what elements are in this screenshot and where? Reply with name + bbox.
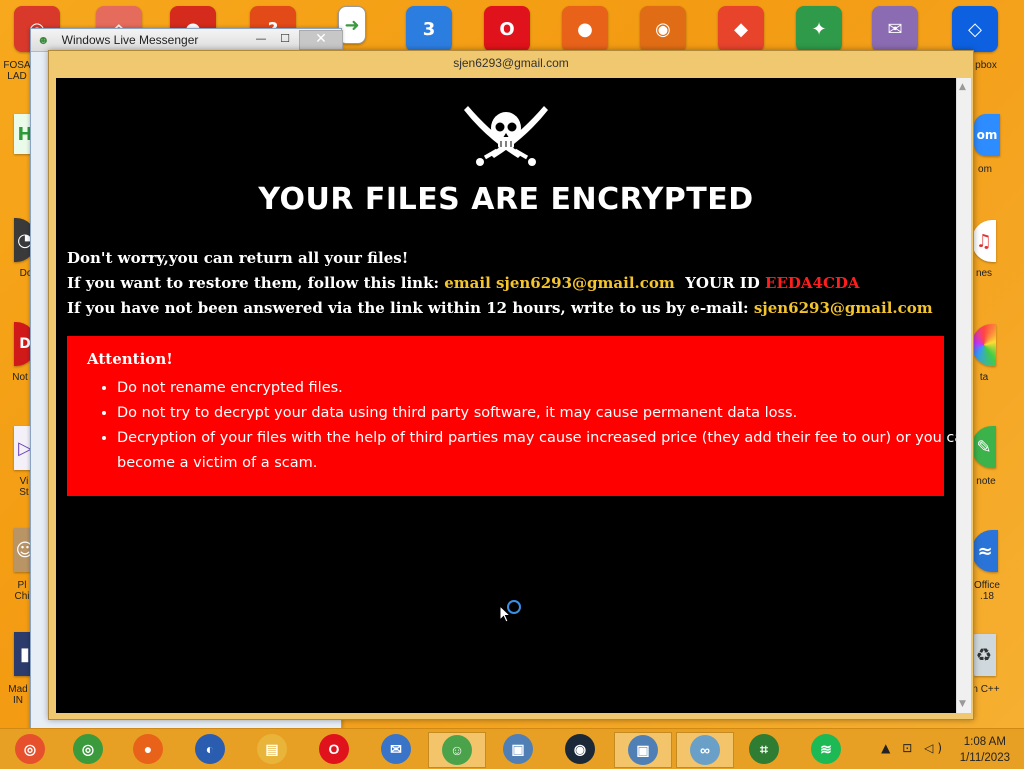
skull-crossed-swords-icon: [464, 106, 548, 166]
system-tray[interactable]: ▲ ⊡ ◁): [881, 741, 946, 755]
remote-desktop-icon: ▣: [503, 734, 533, 764]
messenger-maximize-button[interactable]: ☐: [273, 31, 297, 47]
ransom-line-2-prefix: If you want to restore them, follow this…: [67, 274, 439, 292]
firefox-icon[interactable]: ●: [562, 6, 608, 52]
anydesk-icon[interactable]: ◆: [718, 6, 764, 52]
evernote-icon[interactable]: ✎: [972, 426, 996, 468]
ransom-window-title: sjen6293@gmail.com: [453, 56, 569, 70]
itunes-icon[interactable]: ♫: [972, 220, 996, 262]
messenger-icon: ☺: [442, 735, 472, 765]
ransom-line-1: Don't worry,you can return all your file…: [67, 249, 409, 267]
chrome-icon: ◎: [73, 734, 103, 764]
ransom-instructions: Don't worry,you can return all your file…: [67, 246, 933, 321]
ransom-id-label: YOUR ID: [685, 274, 760, 292]
desktop-label-itunes[interactable]: nes: [972, 268, 996, 279]
ransom-line-2: If you want to restore them, follow this…: [67, 271, 933, 296]
taskbar: ◎ ◎ ● ◐ ▤ O ✉ ☺ ▣ ◉ ▣ ∞ ⌗ ≋ ▲ ⊡ ◁) 1:08 AM 1/11/2023: [0, 728, 1024, 769]
taskbar-glasses[interactable]: ∞: [676, 732, 734, 768]
attention-item: Decryption of your files with the help o…: [117, 426, 956, 476]
taskbar-obama[interactable]: ◐: [182, 732, 238, 766]
clock-date: 1/11/2023: [959, 752, 1010, 764]
desktop-label-fosa[interactable]: FOSA LAD: [2, 60, 32, 82]
file-explorer-icon: ▤: [257, 734, 287, 764]
desktop-label-ta[interactable]: ta: [972, 372, 996, 383]
ransom-backup-email[interactable]: sjen6293@gmail.com: [754, 299, 933, 317]
dropbox-icon[interactable]: ◇: [952, 6, 998, 52]
remote-desktop-2-icon: ▣: [628, 735, 658, 765]
color-wheel-icon[interactable]: [972, 324, 996, 366]
taskbar-opera[interactable]: O: [306, 732, 362, 766]
messenger-people-icon: ☻: [37, 33, 50, 47]
eye-icon[interactable]: ◉: [640, 6, 686, 52]
attention-item: Do not rename encrypted files.: [117, 376, 956, 401]
attention-list: Do not rename encrypted files. Do not tr…: [87, 376, 956, 476]
attention-item: Do not try to decrypt your data using th…: [117, 401, 956, 426]
pidgin-icon[interactable]: ✉: [872, 6, 918, 52]
opera-icon[interactable]: O: [484, 6, 530, 52]
ransom-scrollbar[interactable]: ▲ ▼: [956, 78, 971, 713]
ransom-line-3: If you have not been answered via the li…: [67, 296, 933, 321]
obama-icon: ◐: [195, 734, 225, 764]
attention-box: Attention! Do not rename encrypted files…: [67, 336, 956, 496]
taskbar-greenshot[interactable]: ⌗: [736, 732, 792, 766]
scroll-up-icon[interactable]: ▲: [959, 82, 966, 92]
clock-time: 1:08 AM: [963, 736, 1006, 748]
taskbar-file-explorer[interactable]: ▤: [244, 732, 300, 766]
taskbar-messenger[interactable]: ☺: [428, 732, 486, 768]
desktop-label-dropbox[interactable]: pbox: [970, 60, 1002, 71]
taskbar-spotify[interactable]: ≋: [798, 732, 854, 766]
taskbar-chrome[interactable]: ◎: [60, 732, 116, 766]
greenshot-icon: ⌗: [749, 734, 779, 764]
zoom-icon[interactable]: om: [974, 114, 1000, 156]
three-icon[interactable]: 3: [406, 6, 452, 52]
messenger-minimize-button[interactable]: —: [249, 31, 273, 47]
chrome-canary-icon: ◎: [15, 734, 45, 764]
ransom-line-3-prefix: If you have not been answered via the li…: [67, 299, 749, 317]
scroll-down-icon[interactable]: ▼: [959, 699, 966, 709]
taskbar-remote-desktop-2[interactable]: ▣: [614, 732, 672, 768]
taskbar-steam[interactable]: ◉: [552, 732, 608, 766]
office-icon[interactable]: ≈: [972, 530, 998, 572]
hummingbird-icon[interactable]: ✦: [796, 6, 842, 52]
recycle-bin-icon[interactable]: ♻: [972, 634, 996, 676]
spotify-icon: ≋: [811, 734, 841, 764]
thunderbird-icon: ✉: [381, 734, 411, 764]
taskbar-firefox[interactable]: ●: [120, 732, 176, 766]
glasses-icon: ∞: [690, 735, 720, 765]
desktop-label-office[interactable]: Office .18: [970, 580, 1004, 602]
messenger-title: Windows Live Messenger: [61, 33, 199, 47]
mouse-cursor-icon: [499, 605, 511, 623]
desktop-label-evernote[interactable]: note: [972, 476, 1000, 487]
taskbar-chrome-canary[interactable]: ◎: [2, 732, 58, 766]
attention-title: Attention!: [87, 350, 173, 368]
steam-icon: ◉: [565, 734, 595, 764]
ransom-headline: YOUR FILES ARE ENCRYPTED: [258, 182, 754, 217]
ransom-contact-link[interactable]: email sjen6293@gmail.com: [444, 274, 675, 292]
taskbar-thunderbird[interactable]: ✉: [368, 732, 424, 766]
desktop-label-zoom[interactable]: om: [972, 164, 998, 175]
desktop-label-mad[interactable]: Mad IN: [4, 684, 32, 706]
taskbar-clock[interactable]: 1:08 AM 1/11/2023: [960, 734, 1010, 766]
ransom-note-window[interactable]: sjen6293@gmail.com YOUR FILES ARE ENCRYP…: [48, 50, 974, 720]
ransom-victim-id: EEDA4CDA: [765, 274, 860, 292]
ransom-note-content: YOUR FILES ARE ENCRYPTED Don't worry,you…: [56, 78, 956, 713]
opera-icon: O: [319, 734, 349, 764]
messenger-close-button[interactable]: ✕: [299, 30, 343, 50]
firefox-icon: ●: [133, 734, 163, 764]
taskbar-remote-desktop[interactable]: ▣: [490, 732, 546, 766]
